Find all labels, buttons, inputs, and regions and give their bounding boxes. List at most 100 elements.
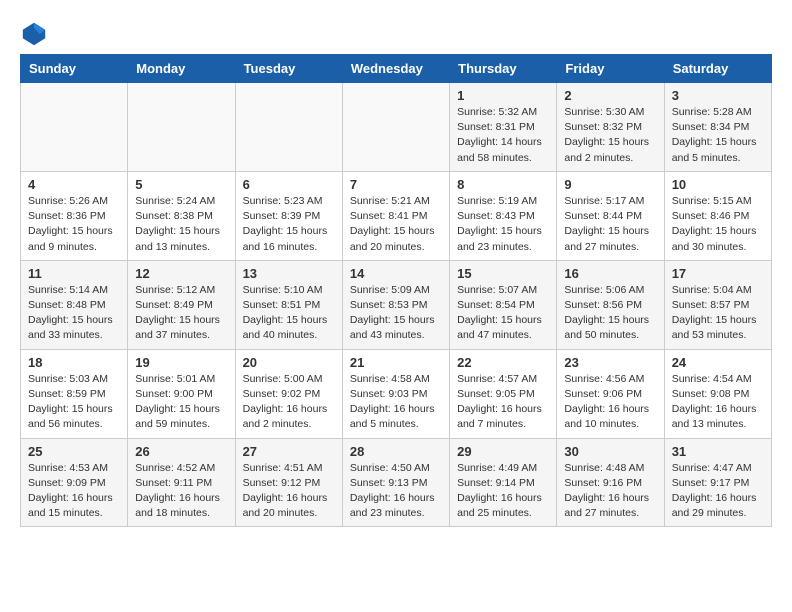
day-info: Sunrise: 5:32 AM Sunset: 8:31 PM Dayligh… [457, 105, 549, 166]
calendar-cell: 10Sunrise: 5:15 AM Sunset: 8:46 PM Dayli… [664, 171, 771, 260]
calendar-cell: 16 Sunrise: 5:06 AM Sunset: 8:56 PM Dayli… [557, 260, 664, 349]
day-number: 21 [350, 355, 442, 370]
calendar-cell: 12Sunrise: 5:12 AM Sunset: 8:49 PM Dayli… [128, 260, 235, 349]
day-info: Sunrise: 4:56 AM Sunset: 9:06 PM Dayligh… [564, 372, 656, 433]
day-info: Sunrise: 4:50 AM Sunset: 9:13 PM Dayligh… [350, 461, 442, 522]
calendar-week-row: 25Sunrise: 4:53 AM Sunset: 9:09 PM Dayli… [21, 438, 772, 527]
day-info: Sunrise: 5:23 AM Sunset: 8:39 PM Dayligh… [243, 194, 335, 255]
day-info: Sunrise: 4:57 AM Sunset: 9:05 PM Dayligh… [457, 372, 549, 433]
day-number: 3 [672, 88, 764, 103]
day-info: Sunrise: 5:28 AM Sunset: 8:34 PM Dayligh… [672, 105, 764, 166]
day-number: 5 [135, 177, 227, 192]
calendar-cell: 31 Sunrise: 4:47 AM Sunset: 9:17 PM Dayli… [664, 438, 771, 527]
day-number: 1 [457, 88, 549, 103]
day-info: Sunrise: 4:47 AM Sunset: 9:17 PM Dayligh… [672, 461, 764, 522]
calendar-week-row: 4 Sunrise: 5:26 AM Sunset: 8:36 PM Daylig… [21, 171, 772, 260]
day-info: Sunrise: 5:10 AM Sunset: 8:51 PM Dayligh… [243, 283, 335, 344]
calendar-cell: 13 Sunrise: 5:10 AM Sunset: 8:51 PM Dayli… [235, 260, 342, 349]
day-number: 20 [243, 355, 335, 370]
logo [20, 20, 52, 48]
calendar-cell: 7 Sunrise: 5:21 AM Sunset: 8:41 PM Daylig… [342, 171, 449, 260]
day-number: 25 [28, 444, 120, 459]
day-of-week-header: Wednesday [342, 55, 449, 83]
day-info: Sunrise: 5:17 AM Sunset: 8:44 PM Dayligh… [564, 194, 656, 255]
day-of-week-header: Friday [557, 55, 664, 83]
day-number: 29 [457, 444, 549, 459]
day-number: 13 [243, 266, 335, 281]
calendar-header-row: SundayMondayTuesdayWednesdayThursdayFrid… [21, 55, 772, 83]
day-number: 30 [564, 444, 656, 459]
day-number: 6 [243, 177, 335, 192]
calendar-cell: 20 Sunrise: 5:00 AM Sunset: 9:02 PM Dayli… [235, 349, 342, 438]
day-number: 28 [350, 444, 442, 459]
calendar-week-row: 18 Sunrise: 5:03 AM Sunset: 8:59 PM Dayli… [21, 349, 772, 438]
day-info: Sunrise: 5:06 AM Sunset: 8:56 PM Dayligh… [564, 283, 656, 344]
day-number: 24 [672, 355, 764, 370]
day-info: Sunrise: 5:03 AM Sunset: 8:59 PM Dayligh… [28, 372, 120, 433]
day-info: Sunrise: 5:21 AM Sunset: 8:41 PM Dayligh… [350, 194, 442, 255]
calendar-cell: 5Sunrise: 5:24 AM Sunset: 8:38 PM Daylig… [128, 171, 235, 260]
day-number: 15 [457, 266, 549, 281]
day-info: Sunrise: 5:30 AM Sunset: 8:32 PM Dayligh… [564, 105, 656, 166]
day-info: Sunrise: 5:09 AM Sunset: 8:53 PM Dayligh… [350, 283, 442, 344]
day-number: 23 [564, 355, 656, 370]
day-info: Sunrise: 5:00 AM Sunset: 9:02 PM Dayligh… [243, 372, 335, 433]
day-number: 4 [28, 177, 120, 192]
day-info: Sunrise: 5:12 AM Sunset: 8:49 PM Dayligh… [135, 283, 227, 344]
calendar-cell: 17 Sunrise: 5:04 AM Sunset: 8:57 PM Dayli… [664, 260, 771, 349]
day-number: 8 [457, 177, 549, 192]
day-info: Sunrise: 4:54 AM Sunset: 9:08 PM Dayligh… [672, 372, 764, 433]
day-info: Sunrise: 5:01 AM Sunset: 9:00 PM Dayligh… [135, 372, 227, 433]
day-of-week-header: Sunday [21, 55, 128, 83]
calendar-cell: 1 Sunrise: 5:32 AM Sunset: 8:31 PM Daylig… [450, 83, 557, 172]
day-number: 11 [28, 266, 120, 281]
day-info: Sunrise: 4:52 AM Sunset: 9:11 PM Dayligh… [135, 461, 227, 522]
logo-icon [20, 20, 48, 48]
calendar-table: SundayMondayTuesdayWednesdayThursdayFrid… [20, 54, 772, 527]
day-info: Sunrise: 5:04 AM Sunset: 8:57 PM Dayligh… [672, 283, 764, 344]
page-header [20, 20, 772, 48]
calendar-cell: 3 Sunrise: 5:28 AM Sunset: 8:34 PM Daylig… [664, 83, 771, 172]
calendar-cell: 15 Sunrise: 5:07 AM Sunset: 8:54 PM Dayli… [450, 260, 557, 349]
day-number: 22 [457, 355, 549, 370]
calendar-cell: 11Sunrise: 5:14 AM Sunset: 8:48 PM Dayli… [21, 260, 128, 349]
calendar-week-row: 11Sunrise: 5:14 AM Sunset: 8:48 PM Dayli… [21, 260, 772, 349]
calendar-cell: 14 Sunrise: 5:09 AM Sunset: 8:53 PM Dayli… [342, 260, 449, 349]
calendar-cell: 23 Sunrise: 4:56 AM Sunset: 9:06 PM Dayli… [557, 349, 664, 438]
calendar-cell: 27Sunrise: 4:51 AM Sunset: 9:12 PM Dayli… [235, 438, 342, 527]
day-of-week-header: Tuesday [235, 55, 342, 83]
day-number: 19 [135, 355, 227, 370]
day-number: 31 [672, 444, 764, 459]
calendar-cell: 8 Sunrise: 5:19 AM Sunset: 8:43 PM Daylig… [450, 171, 557, 260]
calendar-cell: 28 Sunrise: 4:50 AM Sunset: 9:13 PM Dayli… [342, 438, 449, 527]
calendar-cell: 21Sunrise: 4:58 AM Sunset: 9:03 PM Dayli… [342, 349, 449, 438]
day-number: 26 [135, 444, 227, 459]
day-number: 27 [243, 444, 335, 459]
day-info: Sunrise: 4:49 AM Sunset: 9:14 PM Dayligh… [457, 461, 549, 522]
calendar-cell: 26 Sunrise: 4:52 AM Sunset: 9:11 PM Dayli… [128, 438, 235, 527]
day-info: Sunrise: 5:07 AM Sunset: 8:54 PM Dayligh… [457, 283, 549, 344]
calendar-cell [128, 83, 235, 172]
day-number: 7 [350, 177, 442, 192]
day-number: 17 [672, 266, 764, 281]
calendar-cell: 24 Sunrise: 4:54 AM Sunset: 9:08 PM Dayli… [664, 349, 771, 438]
calendar-cell: 22 Sunrise: 4:57 AM Sunset: 9:05 PM Dayli… [450, 349, 557, 438]
calendar-week-row: 1 Sunrise: 5:32 AM Sunset: 8:31 PM Daylig… [21, 83, 772, 172]
day-info: Sunrise: 5:19 AM Sunset: 8:43 PM Dayligh… [457, 194, 549, 255]
calendar-cell: 18 Sunrise: 5:03 AM Sunset: 8:59 PM Dayli… [21, 349, 128, 438]
calendar-cell: 9 Sunrise: 5:17 AM Sunset: 8:44 PM Daylig… [557, 171, 664, 260]
day-of-week-header: Thursday [450, 55, 557, 83]
day-of-week-header: Saturday [664, 55, 771, 83]
day-number: 14 [350, 266, 442, 281]
calendar-cell: 4 Sunrise: 5:26 AM Sunset: 8:36 PM Daylig… [21, 171, 128, 260]
calendar-cell: 6 Sunrise: 5:23 AM Sunset: 8:39 PM Daylig… [235, 171, 342, 260]
calendar-cell: 30Sunrise: 4:48 AM Sunset: 9:16 PM Dayli… [557, 438, 664, 527]
day-number: 9 [564, 177, 656, 192]
day-number: 2 [564, 88, 656, 103]
calendar-cell: 25Sunrise: 4:53 AM Sunset: 9:09 PM Dayli… [21, 438, 128, 527]
day-info: Sunrise: 5:26 AM Sunset: 8:36 PM Dayligh… [28, 194, 120, 255]
calendar-cell: 29 Sunrise: 4:49 AM Sunset: 9:14 PM Dayli… [450, 438, 557, 527]
calendar-cell: 19 Sunrise: 5:01 AM Sunset: 9:00 PM Dayli… [128, 349, 235, 438]
day-number: 16 [564, 266, 656, 281]
day-number: 18 [28, 355, 120, 370]
